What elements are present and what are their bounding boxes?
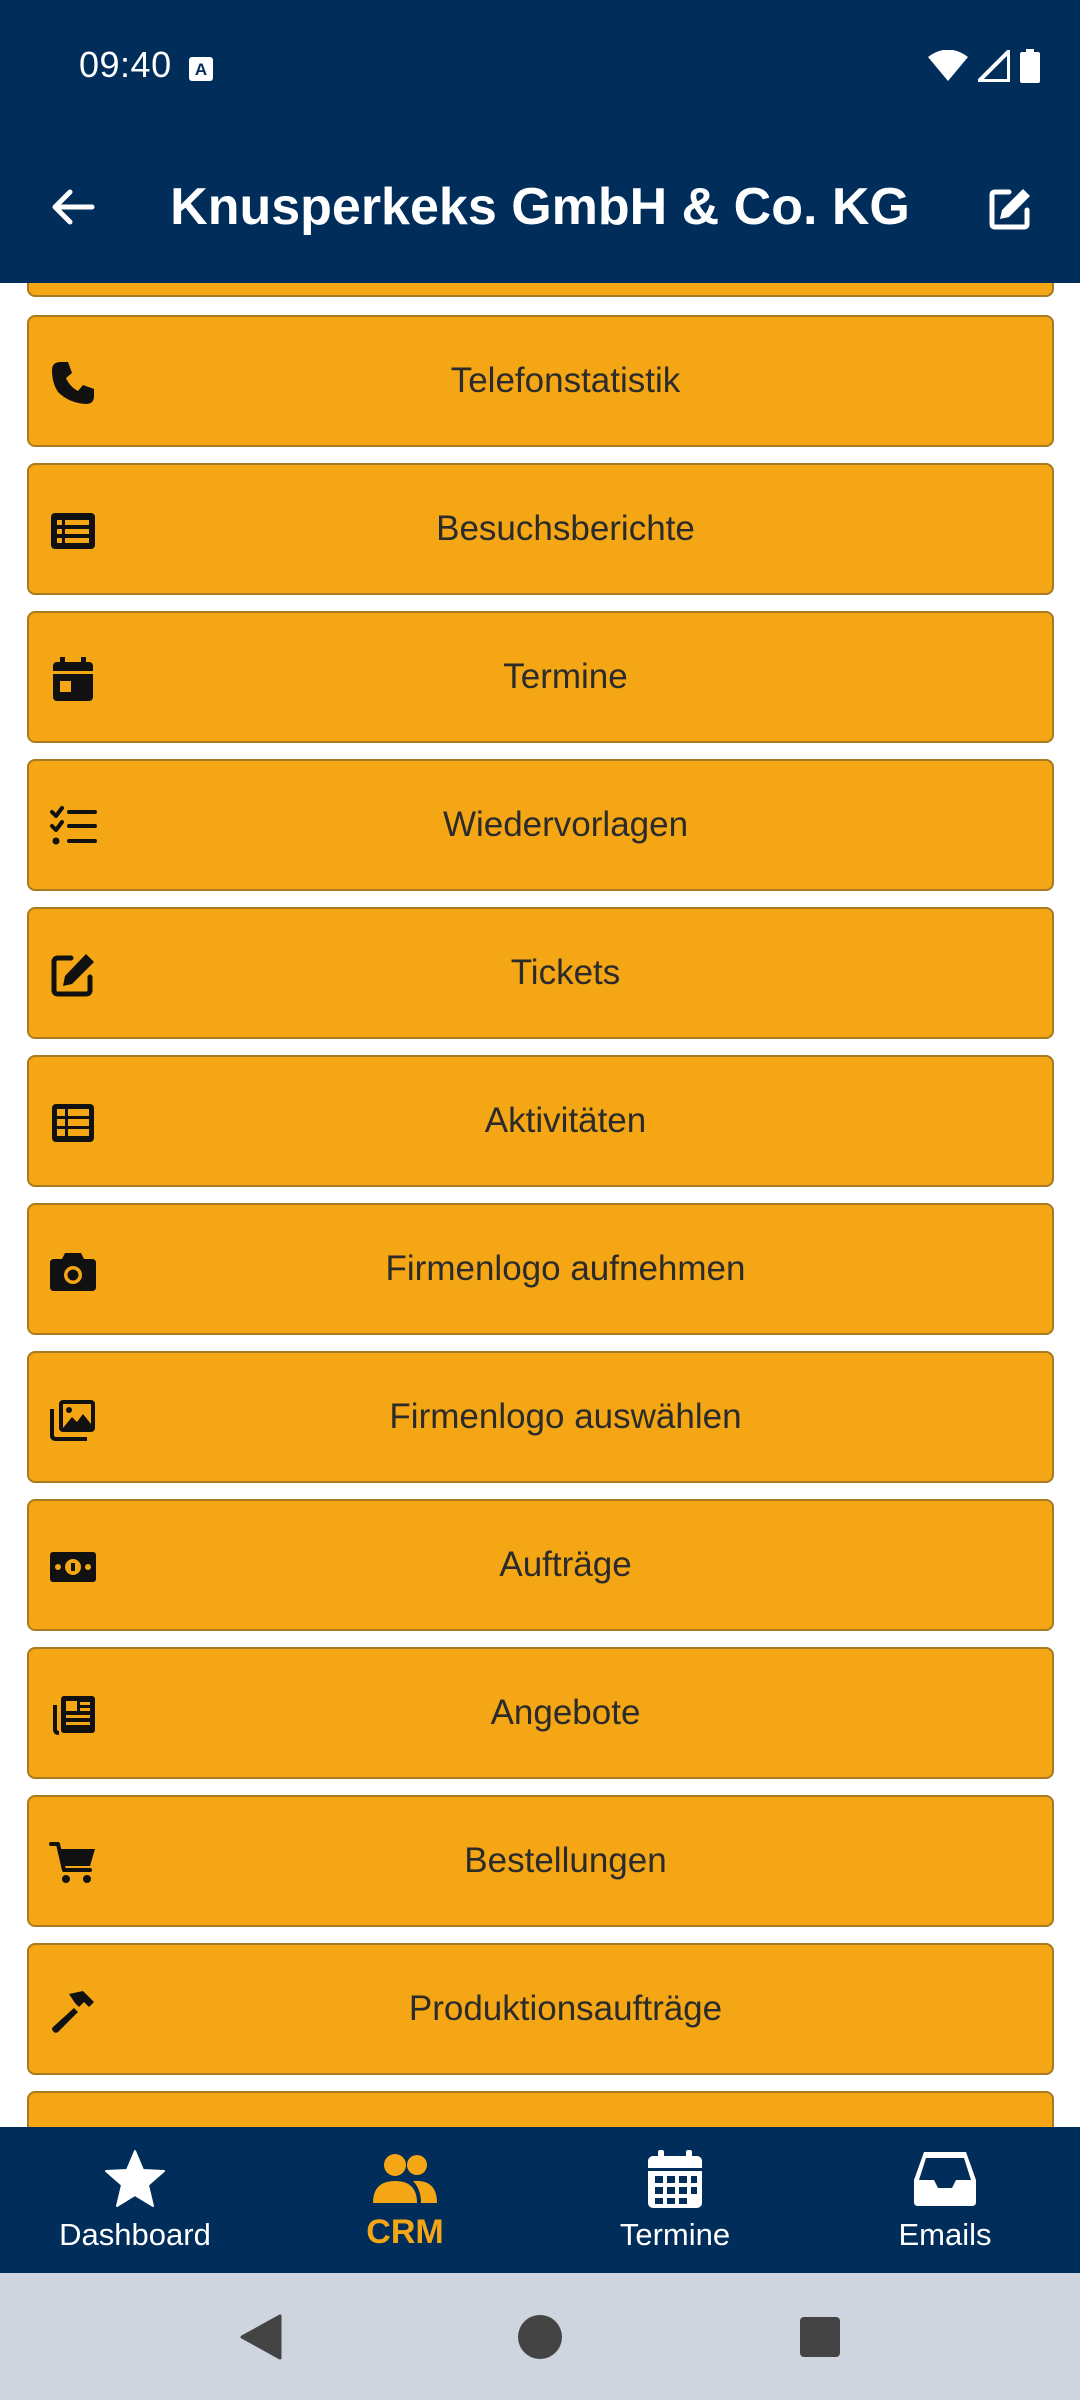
menu-item-wiedervorlagen[interactable]: Wiedervorlagen — [27, 759, 1054, 891]
menu-item-firmenlogo-aufnehmen[interactable]: Firmenlogo aufnehmen — [27, 1203, 1054, 1335]
system-status-icons — [928, 48, 1040, 88]
menu-item-label: Aktivitäten — [484, 1101, 647, 1140]
text-a-icon: A — [188, 56, 214, 82]
battery-icon — [1020, 48, 1040, 88]
menu-item-label: Produktionsaufträge — [408, 1989, 723, 2028]
inbox-icon — [810, 2147, 1080, 2211]
page-title: Knusperkeks GmbH & Co. KG — [170, 178, 910, 236]
nav-dashboard[interactable]: Dashboard — [0, 2127, 270, 2273]
calendar-day-icon — [47, 653, 99, 705]
menu-item-besuchsberichte[interactable]: Besuchsberichte — [27, 463, 1054, 595]
edit-icon — [989, 189, 1030, 230]
menu-item-tickets[interactable]: Tickets — [27, 907, 1054, 1039]
signal-icon — [977, 48, 1011, 87]
nav-label: Dashboard — [59, 2217, 211, 2252]
app-root: 09:40 A Knusperkeks GmbH & Co. KG Telefo… — [0, 0, 1080, 2400]
nav-label: Termine — [619, 2217, 731, 2252]
star-icon — [0, 2147, 270, 2211]
menu-item-label: Aufträge — [499, 1545, 632, 1584]
menu-item-label: Termine — [503, 657, 628, 696]
wifi-icon — [928, 49, 968, 87]
menu-item-telefonstatistik[interactable]: Telefonstatistik — [27, 315, 1054, 447]
nav-crm[interactable]: CRM — [270, 2127, 540, 2273]
money-bill-icon — [47, 1541, 99, 1593]
system-home-icon[interactable] — [512, 2309, 568, 2365]
hammer-icon — [47, 1985, 99, 2037]
system-navigation-bar — [0, 2273, 1080, 2400]
menu-item-auftraege[interactable]: Aufträge — [27, 1499, 1054, 1631]
menu-item-label: Telefonstatistik — [450, 361, 681, 400]
crm-menu-list[interactable]: Telefonstatistik Besuchsberichte Termine… — [0, 283, 1080, 2127]
menu-item-produktionsauftraege[interactable]: Produktionsaufträge — [27, 1943, 1054, 2075]
menu-item-firmenlogo-auswaehlen[interactable]: Firmenlogo auswählen — [27, 1351, 1054, 1483]
menu-item-termine[interactable]: Termine — [27, 611, 1054, 743]
menu-item-label: Firmenlogo aufnehmen — [385, 1249, 746, 1288]
table-list-icon — [47, 1097, 99, 1149]
back-button[interactable] — [40, 175, 104, 239]
calendar-icon — [540, 2147, 810, 2211]
camera-icon — [47, 1245, 99, 1297]
users-icon — [270, 2147, 540, 2211]
system-recents-icon[interactable] — [792, 2309, 848, 2365]
system-back-icon[interactable] — [232, 2309, 288, 2365]
tasks-icon — [47, 801, 99, 853]
menu-item-aktivitaeten[interactable]: Aktivitäten — [27, 1055, 1054, 1187]
images-icon — [47, 1393, 99, 1445]
menu-item-label: Wiedervorlagen — [442, 805, 689, 844]
status-time: 09:40 — [79, 44, 172, 85]
cart-icon — [47, 1837, 99, 1889]
svg-text:A: A — [195, 60, 207, 79]
menu-item-label: Tickets — [510, 953, 621, 992]
menu-item-label: Besuchsberichte — [436, 509, 695, 548]
menu-item-angebote[interactable]: Angebote — [27, 1647, 1054, 1779]
menu-item-partial-bottom[interactable] — [27, 2091, 1054, 2127]
phone-icon — [47, 357, 99, 409]
menu-item-label: Angebote — [490, 1693, 641, 1732]
status-bar: 09:40 A — [0, 0, 1080, 135]
arrow-left-icon — [52, 189, 95, 225]
edit-button[interactable] — [978, 177, 1042, 241]
nav-emails[interactable]: Emails — [810, 2127, 1080, 2273]
menu-item-partial-top[interactable] — [27, 283, 1054, 297]
nav-label: CRM — [366, 2213, 444, 2251]
list-alt-icon — [47, 505, 99, 557]
app-bar: Knusperkeks GmbH & Co. KG — [0, 135, 1080, 283]
menu-item-label: Firmenlogo auswählen — [389, 1397, 742, 1436]
menu-item-label: Bestellungen — [464, 1841, 667, 1880]
nav-termine[interactable]: Termine — [540, 2127, 810, 2273]
newspaper-icon — [47, 1689, 99, 1741]
edit-icon — [47, 949, 99, 1001]
nav-label: Emails — [898, 2217, 992, 2252]
menu-item-bestellungen[interactable]: Bestellungen — [27, 1795, 1054, 1927]
bottom-navigation: Dashboard CRM Termine Emails — [0, 2127, 1080, 2273]
